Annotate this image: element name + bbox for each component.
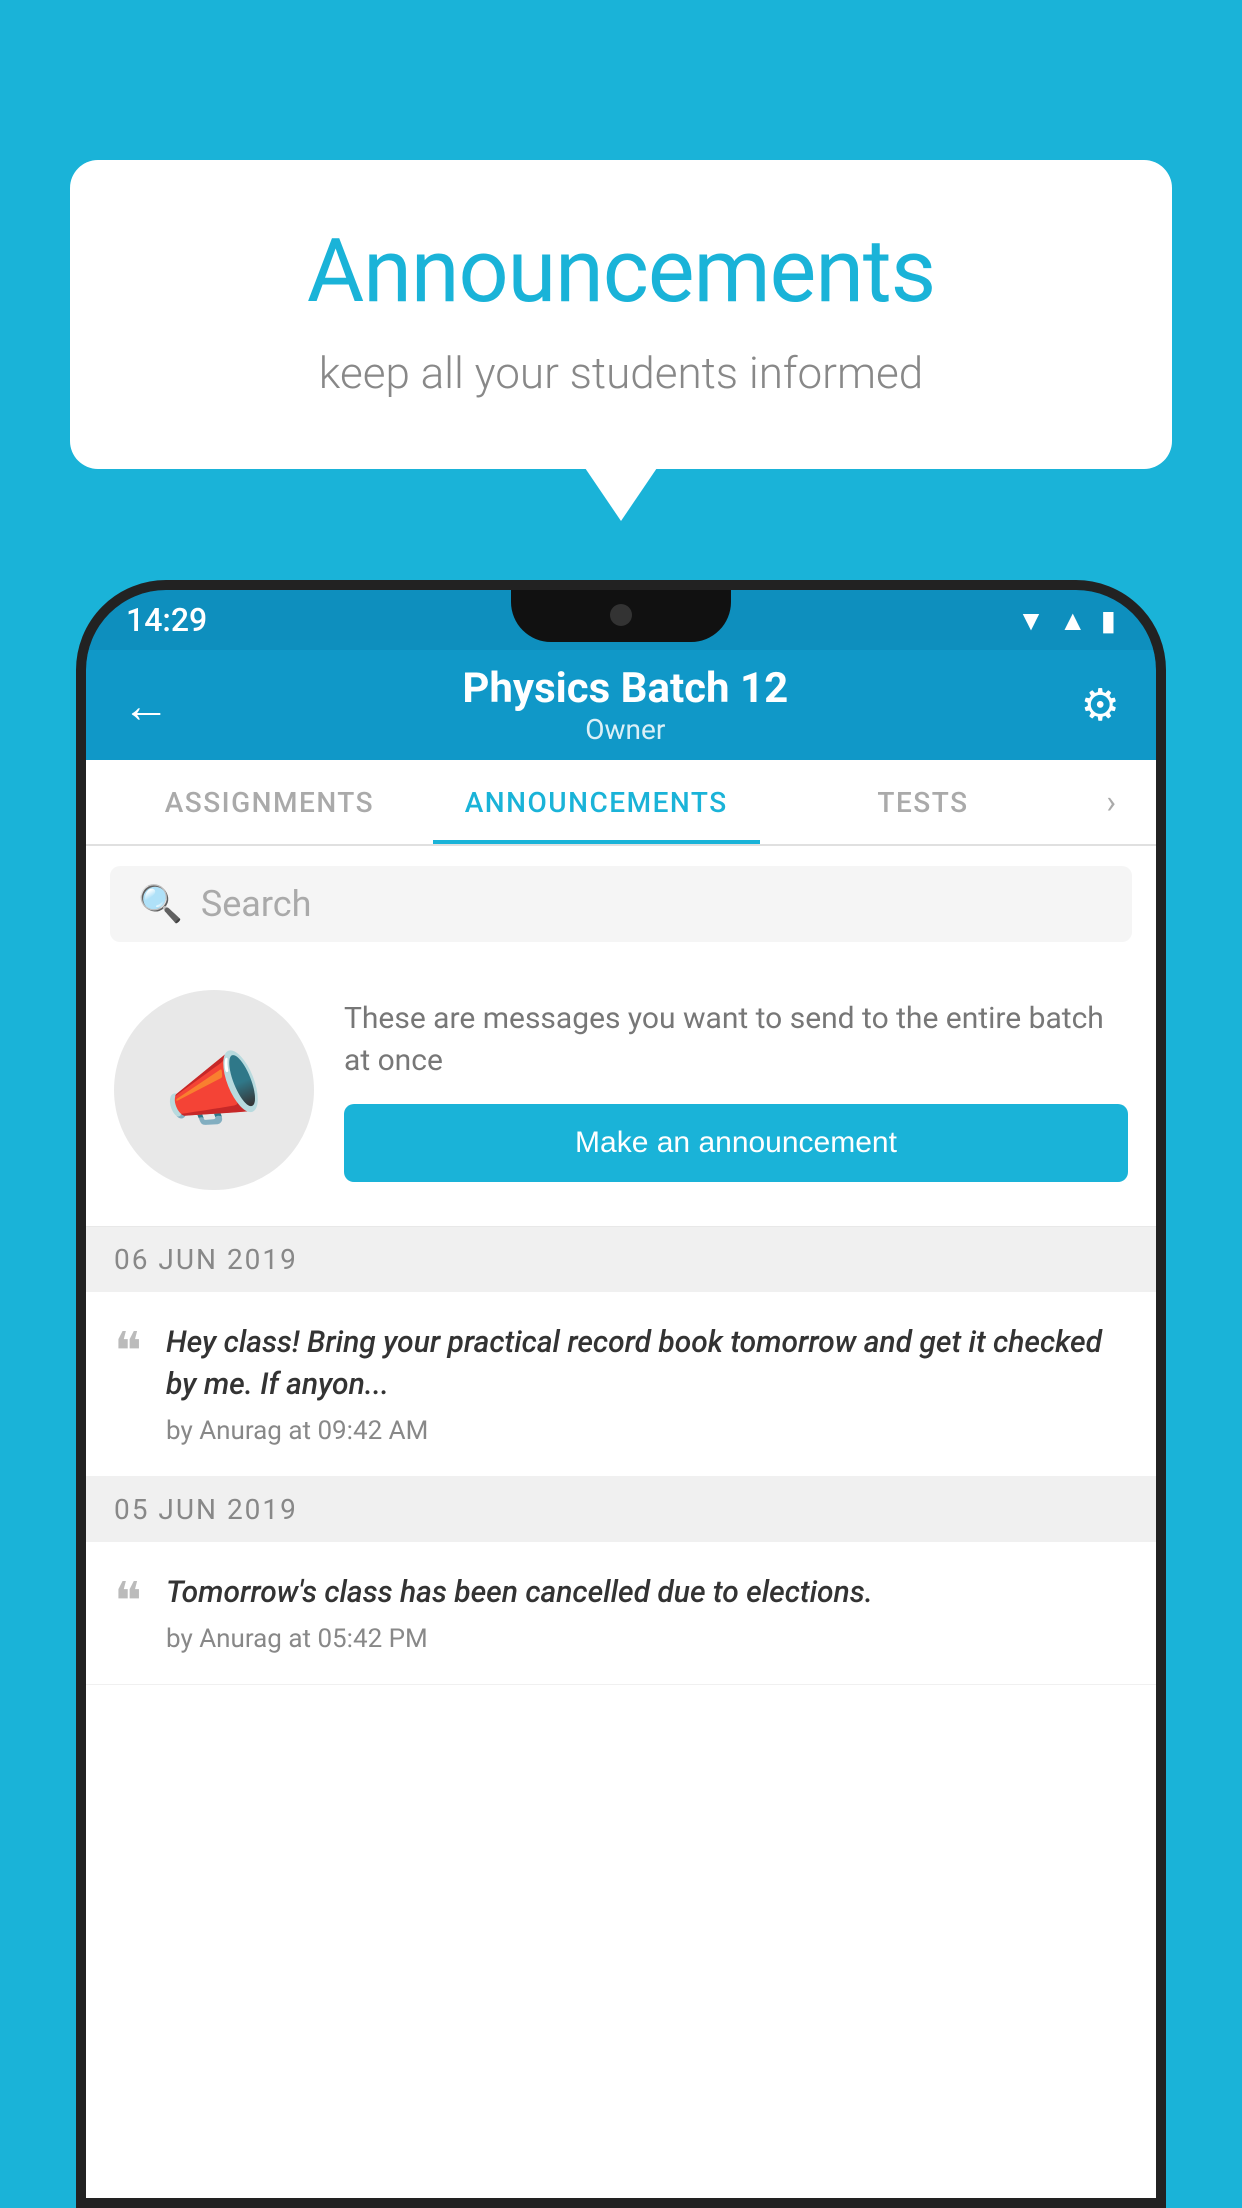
header-center: Physics Batch 12 Owner: [462, 664, 788, 746]
announcement-icon-circle: 📣: [114, 990, 314, 1190]
search-container: 🔍 Search: [86, 846, 1156, 962]
volume-up-button: [76, 790, 82, 850]
camera-dot: [610, 604, 632, 626]
date-section-1: 06 JUN 2019: [86, 1227, 1156, 1292]
bubble-title: Announcements: [150, 220, 1092, 323]
search-input[interactable]: Search: [201, 883, 312, 925]
phone-content: 🔍 Search 📣 These are messages you want t…: [86, 846, 1156, 2198]
wifi-icon: ▼: [1017, 604, 1045, 637]
search-icon: 🔍: [138, 883, 183, 925]
announcement-item-2[interactable]: ❝ Tomorrow's class has been cancelled du…: [86, 1542, 1156, 1685]
tabs-bar: ASSIGNMENTS ANNOUNCEMENTS TESTS ›: [86, 760, 1156, 846]
announcement-text-2: Tomorrow's class has been cancelled due …: [166, 1572, 1128, 1614]
volume-down-button: [76, 870, 82, 970]
tab-assignments[interactable]: ASSIGNMENTS: [106, 760, 433, 844]
settings-button[interactable]: ⚙: [1081, 679, 1120, 731]
speech-bubble: Announcements keep all your students inf…: [70, 160, 1172, 469]
tab-announcements[interactable]: ANNOUNCEMENTS: [433, 760, 760, 844]
date-label-2: 05 JUN 2019: [114, 1493, 298, 1526]
date-section-2: 05 JUN 2019: [86, 1477, 1156, 1542]
signal-icon: ▲: [1059, 604, 1087, 637]
announcement-meta-2: by Anurag at 05:42 PM: [166, 1624, 428, 1654]
announcement-text-1: Hey class! Bring your practical record b…: [166, 1322, 1128, 1406]
header-title: Physics Batch 12: [462, 664, 788, 713]
status-icons: ▼ ▲ ▮: [1017, 604, 1116, 637]
speech-bubble-section: Announcements keep all your students inf…: [70, 160, 1172, 469]
megaphone-icon: 📣: [164, 1043, 264, 1137]
bubble-subtitle: keep all your students informed: [150, 347, 1092, 399]
phone-notch: [511, 590, 731, 642]
phone-frame: 14:29 ▼ ▲ ▮ ← Physics Batch 12 Owner ⚙ A…: [76, 580, 1166, 2208]
search-bar[interactable]: 🔍 Search: [110, 866, 1132, 942]
back-button[interactable]: ←: [122, 677, 170, 734]
quote-icon-1: ❝: [114, 1326, 142, 1378]
announcement-meta-1: by Anurag at 09:42 AM: [166, 1416, 428, 1446]
power-button: [1160, 850, 1166, 970]
announcement-item-1[interactable]: ❝ Hey class! Bring your practical record…: [86, 1292, 1156, 1477]
announcement-content-2: Tomorrow's class has been cancelled due …: [166, 1572, 1128, 1654]
announcement-content-1: Hey class! Bring your practical record b…: [166, 1322, 1128, 1446]
promo-description: These are messages you want to send to t…: [344, 998, 1128, 1082]
battery-icon: ▮: [1101, 604, 1116, 637]
promo-right: These are messages you want to send to t…: [344, 998, 1128, 1182]
date-label-1: 06 JUN 2019: [114, 1243, 298, 1276]
quote-icon-2: ❝: [114, 1576, 142, 1628]
tab-tests[interactable]: TESTS: [760, 760, 1087, 844]
status-time: 14:29: [126, 601, 207, 639]
make-announcement-button[interactable]: Make an announcement: [344, 1104, 1128, 1182]
promo-block: 📣 These are messages you want to send to…: [86, 962, 1156, 1227]
app-header: ← Physics Batch 12 Owner ⚙: [86, 650, 1156, 760]
header-subtitle: Owner: [462, 713, 788, 746]
tabs-more-icon[interactable]: ›: [1086, 783, 1136, 821]
